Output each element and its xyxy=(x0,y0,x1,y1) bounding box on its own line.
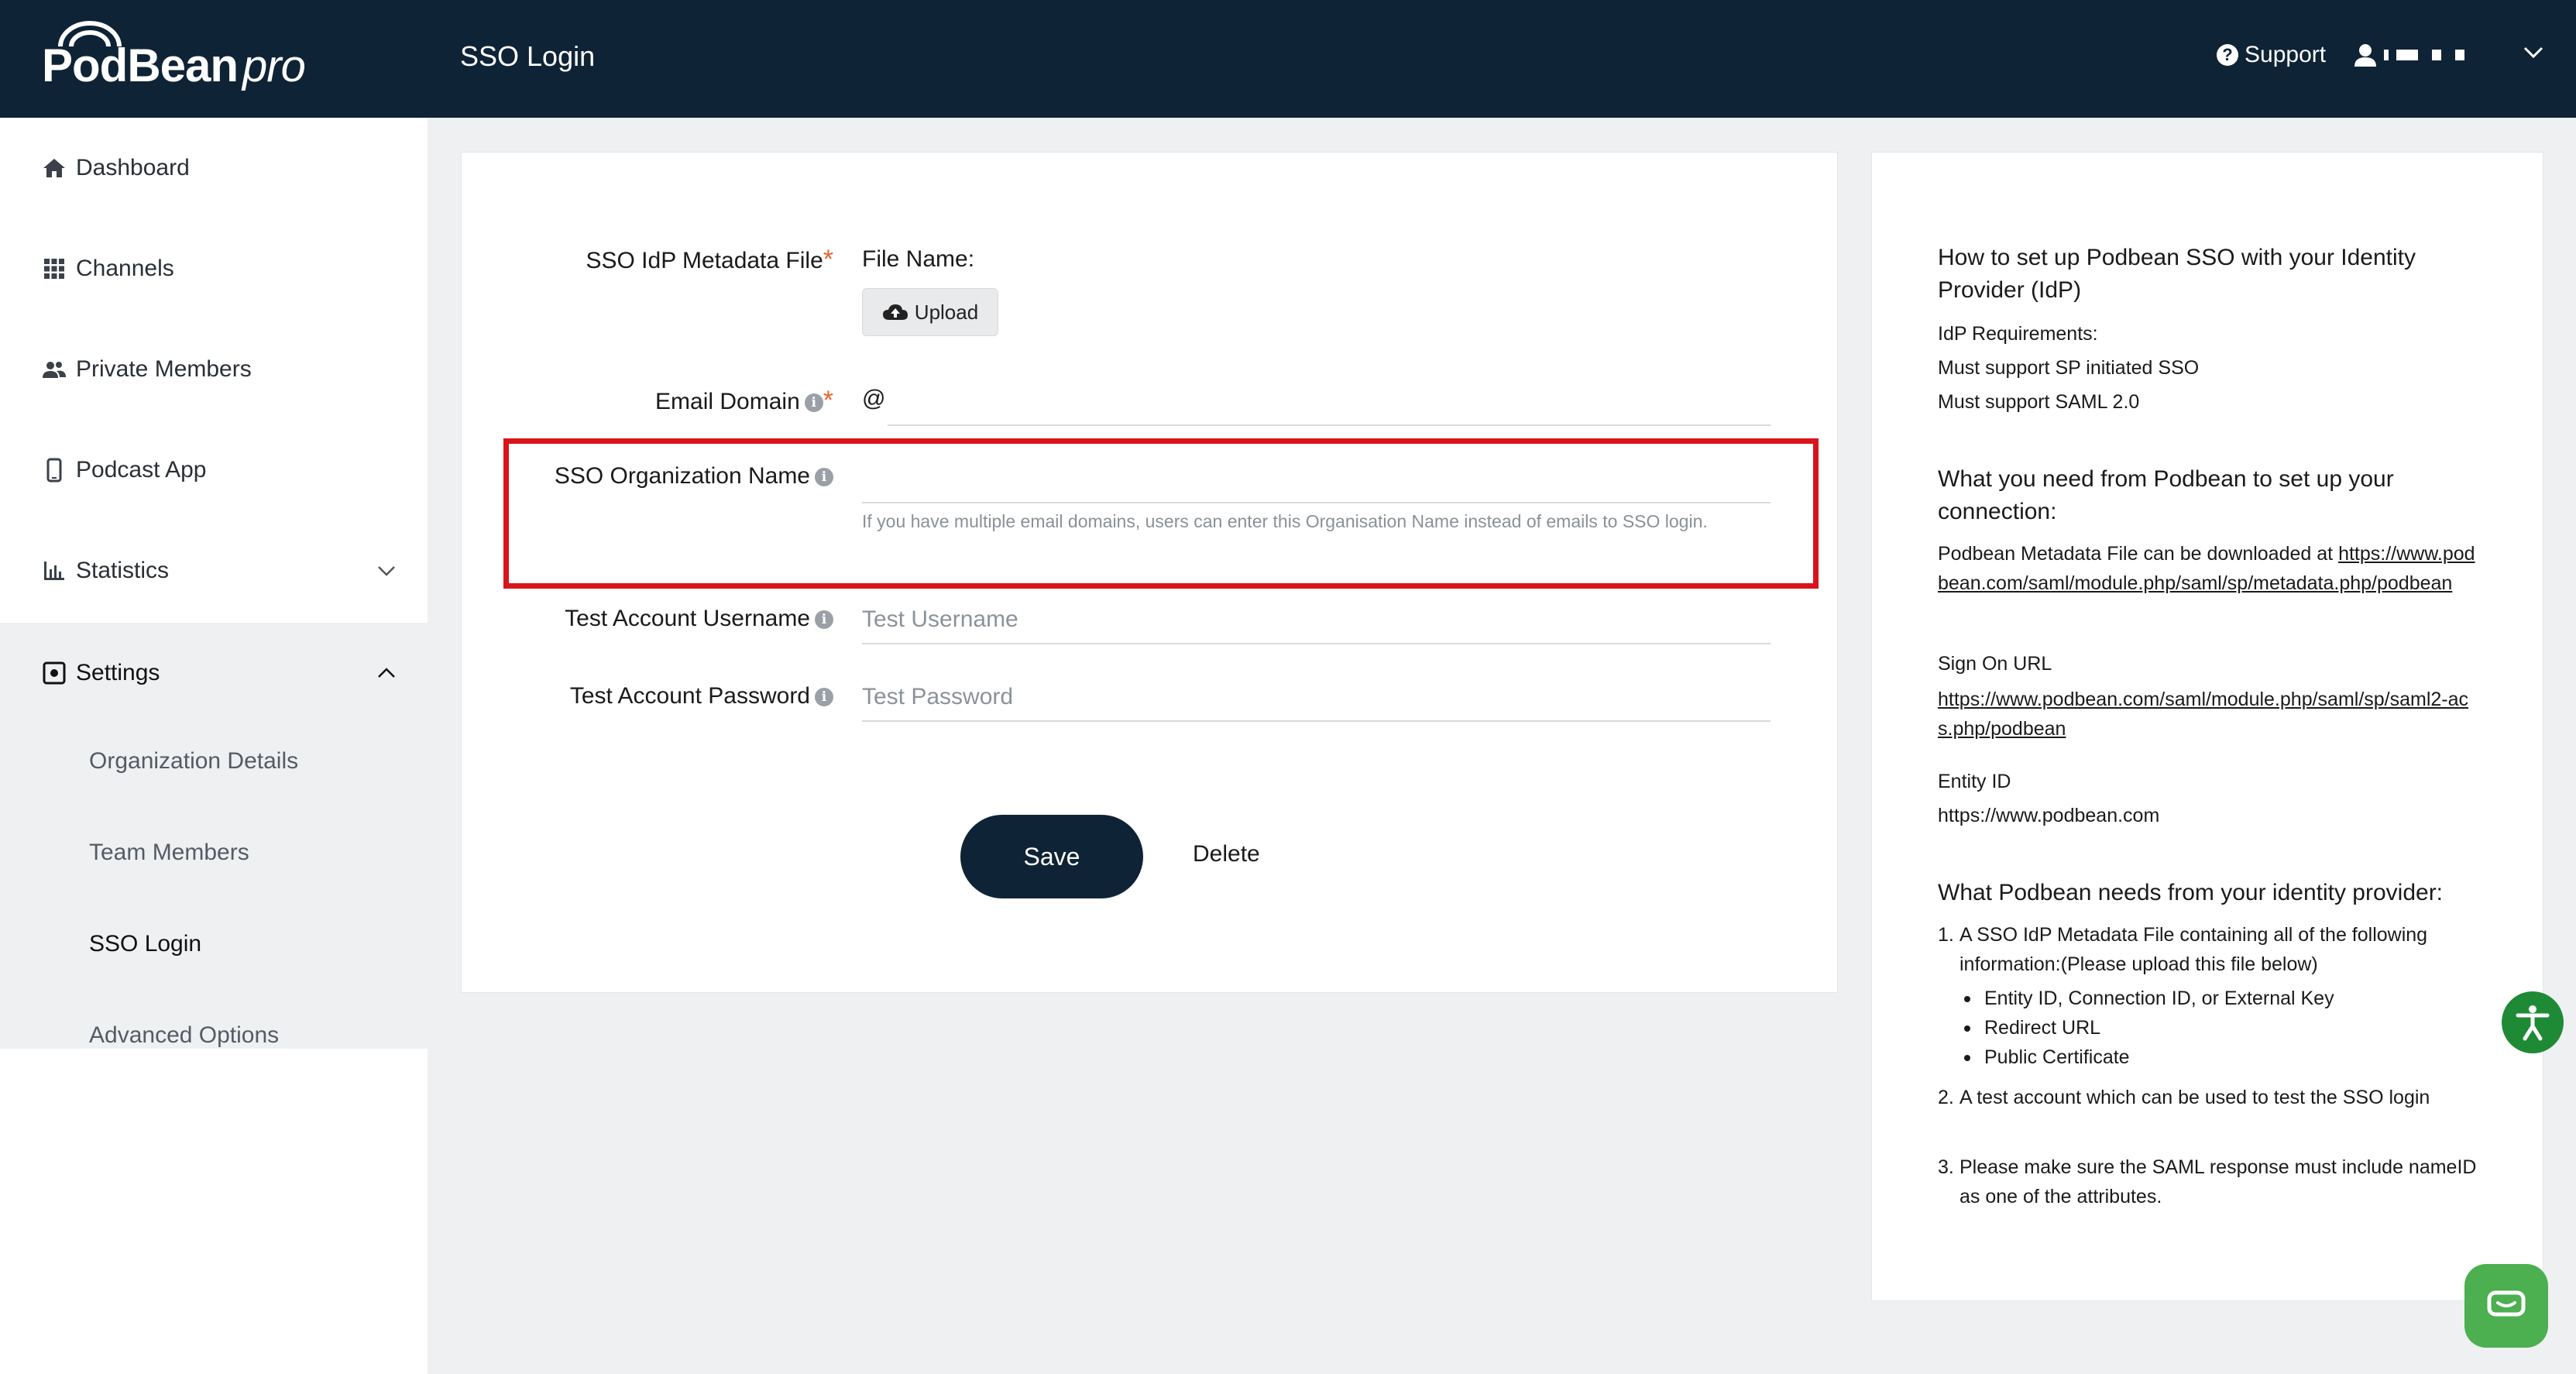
phone-icon xyxy=(46,458,62,483)
support-link[interactable]: ? Support xyxy=(2217,42,2326,68)
entity-id-label: Entity ID xyxy=(1938,771,2011,792)
org-name-label: SSO Organization Name i xyxy=(555,463,833,489)
help-title: How to set up Podbean SSO with your Iden… xyxy=(1938,245,2416,303)
provider-step-2: 2. A test account which can be used to te… xyxy=(1938,1087,2430,1108)
cloud-upload-icon xyxy=(882,304,908,320)
provider-needs-title: What Podbean needs from your identity pr… xyxy=(1938,880,2444,905)
org-name-input[interactable] xyxy=(862,462,1768,493)
sidebar-subitem-team-members[interactable]: Team Members xyxy=(89,840,249,866)
delete-button[interactable]: Delete xyxy=(1193,841,1260,867)
provider-step-1: 1. A SSO IdP Metadata File containing all… xyxy=(1938,924,2428,975)
upload-label: Upload xyxy=(914,300,979,324)
info-icon[interactable]: i xyxy=(815,468,833,487)
need-from-podbean-title: What you need from Podbean to set up you… xyxy=(1938,466,2394,524)
accessibility-icon xyxy=(2516,1005,2550,1041)
upload-button[interactable]: Upload xyxy=(862,288,998,336)
chevron-down-icon xyxy=(378,566,395,576)
test-password-input[interactable] xyxy=(862,682,1768,713)
info-icon[interactable]: i xyxy=(815,688,833,707)
entity-id-value: https://www.podbean.com xyxy=(1938,805,2160,826)
bullet-item: Public Certificate xyxy=(1964,1043,2130,1072)
bullet-item: Redirect URL xyxy=(1964,1013,2100,1043)
podbean-logo[interactable]: PodBean pro xyxy=(42,19,306,96)
logo-text: PodBean xyxy=(42,40,239,91)
bullet-item: Entity ID, Connection ID, or External Ke… xyxy=(1964,984,2334,1013)
sidebar-item-label: Private Members xyxy=(76,356,252,382)
top-header: PodBean pro SSO Login ? Support xyxy=(0,0,2576,118)
email-domain-label: Email Domain i * xyxy=(655,386,833,415)
info-icon[interactable]: i xyxy=(804,393,823,413)
user-menu[interactable] xyxy=(2354,43,2464,67)
metadata-file-label: SSO IdP Metadata File* xyxy=(586,245,833,274)
idp-requirements-heading: IdP Requirements: xyxy=(1938,323,2098,345)
test-username-input[interactable] xyxy=(862,604,1768,635)
settings-group: Settings Organization Details Team Membe… xyxy=(0,623,428,1049)
sidebar-item-statistics[interactable]: Statistics xyxy=(0,520,428,621)
file-name-label: File Name: xyxy=(862,246,975,272)
required-mark: * xyxy=(823,245,833,274)
chevron-down-icon[interactable] xyxy=(2522,45,2545,60)
signon-url-link[interactable]: https://www.podbean.com/saml/module.php/… xyxy=(1938,685,2480,744)
sidebar-item-label: Podcast App xyxy=(76,457,207,483)
settings-icon xyxy=(43,661,66,685)
sidebar-item-channels[interactable]: Channels xyxy=(0,218,428,319)
home-icon xyxy=(43,159,65,177)
sidebar-subitem-advanced-options[interactable]: Advanced Options xyxy=(89,1022,279,1049)
chat-button[interactable] xyxy=(2464,1264,2548,1348)
question-circle-icon: ? xyxy=(2217,44,2238,66)
save-button[interactable]: Save xyxy=(960,815,1143,898)
sidebar-subitem-sso-login[interactable]: SSO Login xyxy=(89,931,201,957)
idp-requirement-item: Must support SAML 2.0 xyxy=(1938,391,2140,413)
accessibility-button[interactable] xyxy=(2502,991,2564,1053)
bar-chart-icon xyxy=(44,562,64,580)
sidebar-item-dashboard[interactable]: Dashboard xyxy=(0,118,428,218)
metadata-download-text: Podbean Metadata File can be downloaded … xyxy=(1938,543,2475,594)
info-icon[interactable]: i xyxy=(815,610,833,630)
sidebar-item-label: Statistics xyxy=(76,558,170,583)
provider-step-3: 3. Please make sure the SAML response mus… xyxy=(1938,1156,2477,1207)
grid-icon xyxy=(44,259,64,279)
user-icon xyxy=(2354,44,2376,67)
test-username-label: Test Account Username i xyxy=(565,606,833,632)
page-title: SSO Login xyxy=(460,40,596,72)
signon-url-label: Sign On URL xyxy=(1938,653,2052,675)
chevron-up-icon xyxy=(378,668,395,678)
sidebar-subitem-organization-details[interactable]: Organization Details xyxy=(89,748,298,775)
chat-icon xyxy=(2487,1290,2526,1317)
users-icon xyxy=(43,362,66,378)
email-at-prefix: @ xyxy=(862,386,886,411)
sidebar-item-podcast-app[interactable]: Podcast App xyxy=(0,420,428,520)
sidebar-item-label: Settings xyxy=(76,660,160,685)
support-label: Support xyxy=(2245,42,2327,67)
sidebar-item-label: Dashboard xyxy=(76,155,190,180)
required-mark: * xyxy=(823,386,833,415)
email-domain-input[interactable] xyxy=(891,383,1766,414)
sidebar-item-label: Channels xyxy=(76,256,174,281)
sidebar: Dashboard Channels Private Members Podca… xyxy=(0,118,428,1374)
idp-requirement-item: Must support SP initiated SSO xyxy=(1938,357,2200,379)
sidebar-item-settings[interactable]: Settings xyxy=(0,623,428,723)
logo-pro-text: pro xyxy=(242,41,306,91)
org-name-hint: If you have multiple email domains, user… xyxy=(862,511,1708,531)
test-password-label: Test Account Password i xyxy=(570,683,833,709)
sidebar-item-private-members[interactable]: Private Members xyxy=(0,319,428,420)
